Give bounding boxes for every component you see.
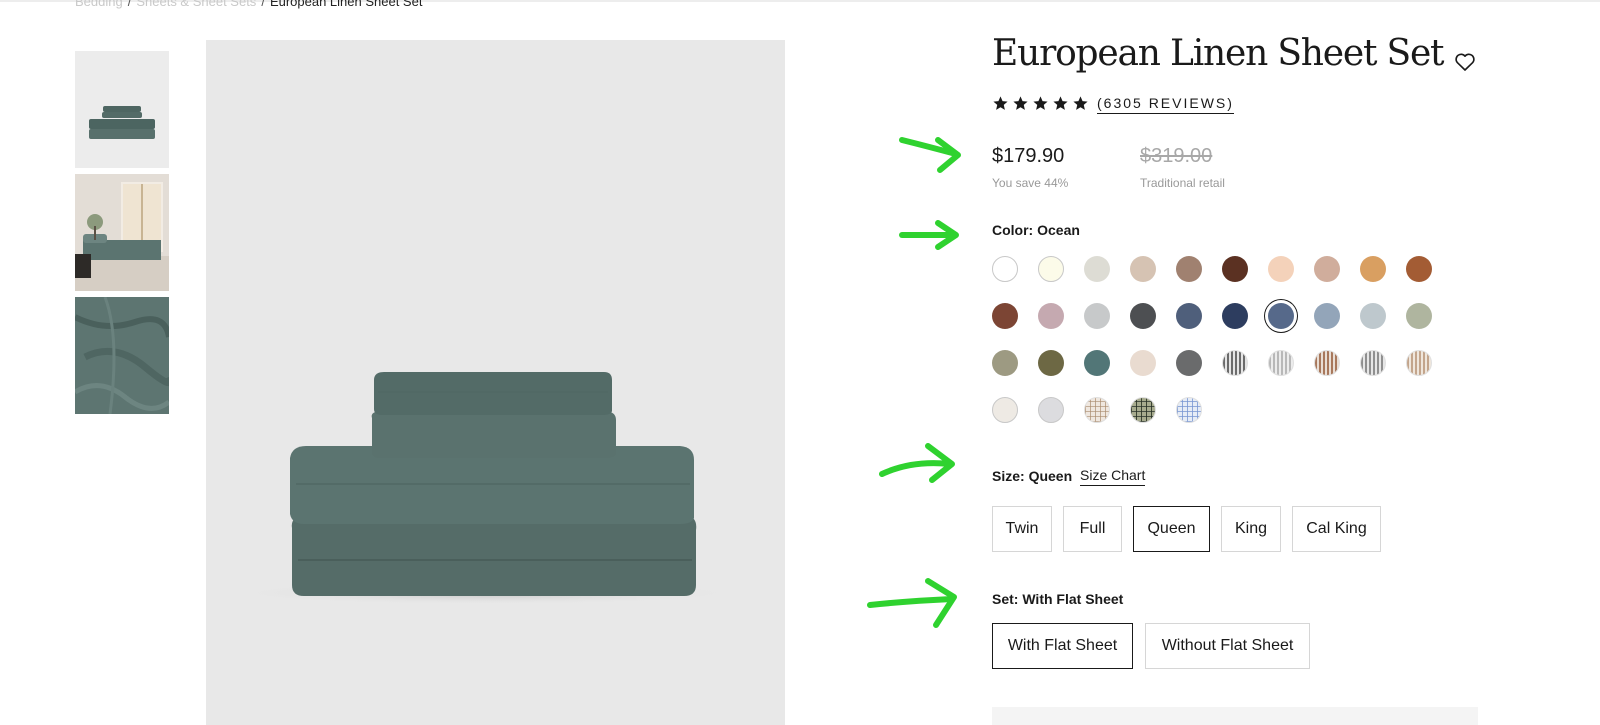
color-swatch[interactable] [992, 350, 1018, 376]
retail-price: $319.00 [1140, 145, 1213, 167]
size-option-twin[interactable]: Twin [992, 506, 1052, 552]
color-swatch[interactable] [1038, 397, 1064, 423]
set-option-without-flat-sheet[interactable]: Without Flat Sheet [1145, 623, 1310, 669]
star-icon [1073, 95, 1088, 110]
sheet-stack-illustration [226, 372, 746, 605]
breadcrumb: Bedding / Sheets & Sheet Sets / European Lin… [75, 0, 422, 10]
color-swatch[interactable] [1222, 350, 1248, 376]
color-swatch[interactable] [1268, 350, 1294, 376]
thumbnail-fabric-detail-image [75, 297, 169, 414]
breadcrumb-separator: / [261, 0, 265, 9]
size-option-queen[interactable]: Queen [1133, 506, 1210, 552]
annotation-arrow-set [867, 578, 957, 628]
star-icon [1033, 95, 1048, 110]
color-swatch[interactable] [1314, 256, 1340, 282]
color-swatch[interactable] [1406, 256, 1432, 282]
color-swatch[interactable] [1176, 256, 1202, 282]
color-swatch[interactable] [1360, 303, 1386, 329]
color-swatch[interactable] [1314, 303, 1340, 329]
size-option-full[interactable]: Full [1063, 506, 1122, 552]
breadcrumb-sheets[interactable]: Sheets & Sheet Sets [136, 0, 256, 9]
color-swatch[interactable] [1176, 303, 1202, 329]
color-swatch[interactable] [1130, 256, 1156, 282]
color-swatch[interactable] [1406, 350, 1432, 376]
annotation-arrow-price [899, 137, 961, 173]
set-option-with-flat-sheet[interactable]: With Flat Sheet [992, 623, 1133, 669]
sale-price: $179.90 [992, 145, 1065, 167]
color-swatch[interactable] [992, 397, 1018, 423]
product-title: European Linen Sheet Set [992, 33, 1445, 74]
color-swatch[interactable] [1084, 350, 1110, 376]
thumbnail-bedroom[interactable] [75, 174, 169, 291]
thumbnail-sheet-stack-image [75, 51, 169, 168]
size-option-king[interactable]: King [1221, 506, 1281, 552]
breadcrumb-separator: / [127, 0, 132, 9]
color-swatch[interactable] [1038, 303, 1064, 329]
color-swatch[interactable] [1038, 256, 1064, 282]
star-icon [1053, 95, 1068, 110]
reviews-link[interactable]: (6305 REVIEWS) [1097, 95, 1234, 114]
thumbnail-fabric-detail[interactable] [75, 297, 169, 414]
thumbnail-sheet-stack[interactable] [75, 51, 169, 168]
color-swatch[interactable] [1130, 303, 1156, 329]
color-swatch[interactable] [992, 256, 1018, 282]
savings-text: You save 44% [992, 176, 1069, 190]
color-swatch[interactable] [1084, 303, 1110, 329]
color-swatch[interactable] [1084, 397, 1110, 423]
color-swatch[interactable] [1406, 303, 1432, 329]
star-icon [1013, 95, 1028, 110]
size-chart-link[interactable]: Size Chart [1080, 466, 1146, 486]
color-swatch[interactable] [1130, 397, 1156, 423]
color-swatch[interactable] [1130, 350, 1156, 376]
breadcrumb-bedding[interactable]: Bedding [75, 0, 123, 9]
annotation-arrow-color [899, 220, 959, 250]
main-product-image [206, 40, 785, 725]
color-swatch[interactable] [992, 303, 1018, 329]
reviews-count: (6305 REVIEWS) [1097, 93, 1234, 114]
add-to-cart-panel [992, 707, 1478, 725]
color-swatch[interactable] [1222, 256, 1248, 282]
thumbnail-bedroom-image [75, 174, 169, 291]
color-swatch[interactable] [1176, 397, 1202, 423]
star-icon [993, 95, 1008, 110]
color-swatch[interactable] [1084, 256, 1110, 282]
color-label: Color: Ocean [992, 222, 1080, 238]
heart-outline-icon[interactable] [1453, 50, 1477, 74]
color-swatch[interactable] [1360, 256, 1386, 282]
retail-label: Traditional retail [1140, 176, 1225, 190]
size-option-cal-king[interactable]: Cal King [1292, 506, 1381, 552]
color-swatch[interactable] [1360, 350, 1386, 376]
annotation-arrow-size [879, 443, 955, 483]
star-rating [992, 93, 1089, 113]
color-swatch[interactable] [1314, 350, 1340, 376]
color-swatch[interactable] [1038, 350, 1064, 376]
set-label: Set: With Flat Sheet [992, 591, 1124, 607]
color-swatch[interactable] [1268, 303, 1294, 329]
size-label: Size: Queen [992, 468, 1073, 484]
color-swatch[interactable] [1176, 350, 1202, 376]
breadcrumb-current: European Linen Sheet Set [269, 0, 423, 9]
color-swatch[interactable] [1268, 256, 1294, 282]
color-swatch[interactable] [1222, 303, 1248, 329]
